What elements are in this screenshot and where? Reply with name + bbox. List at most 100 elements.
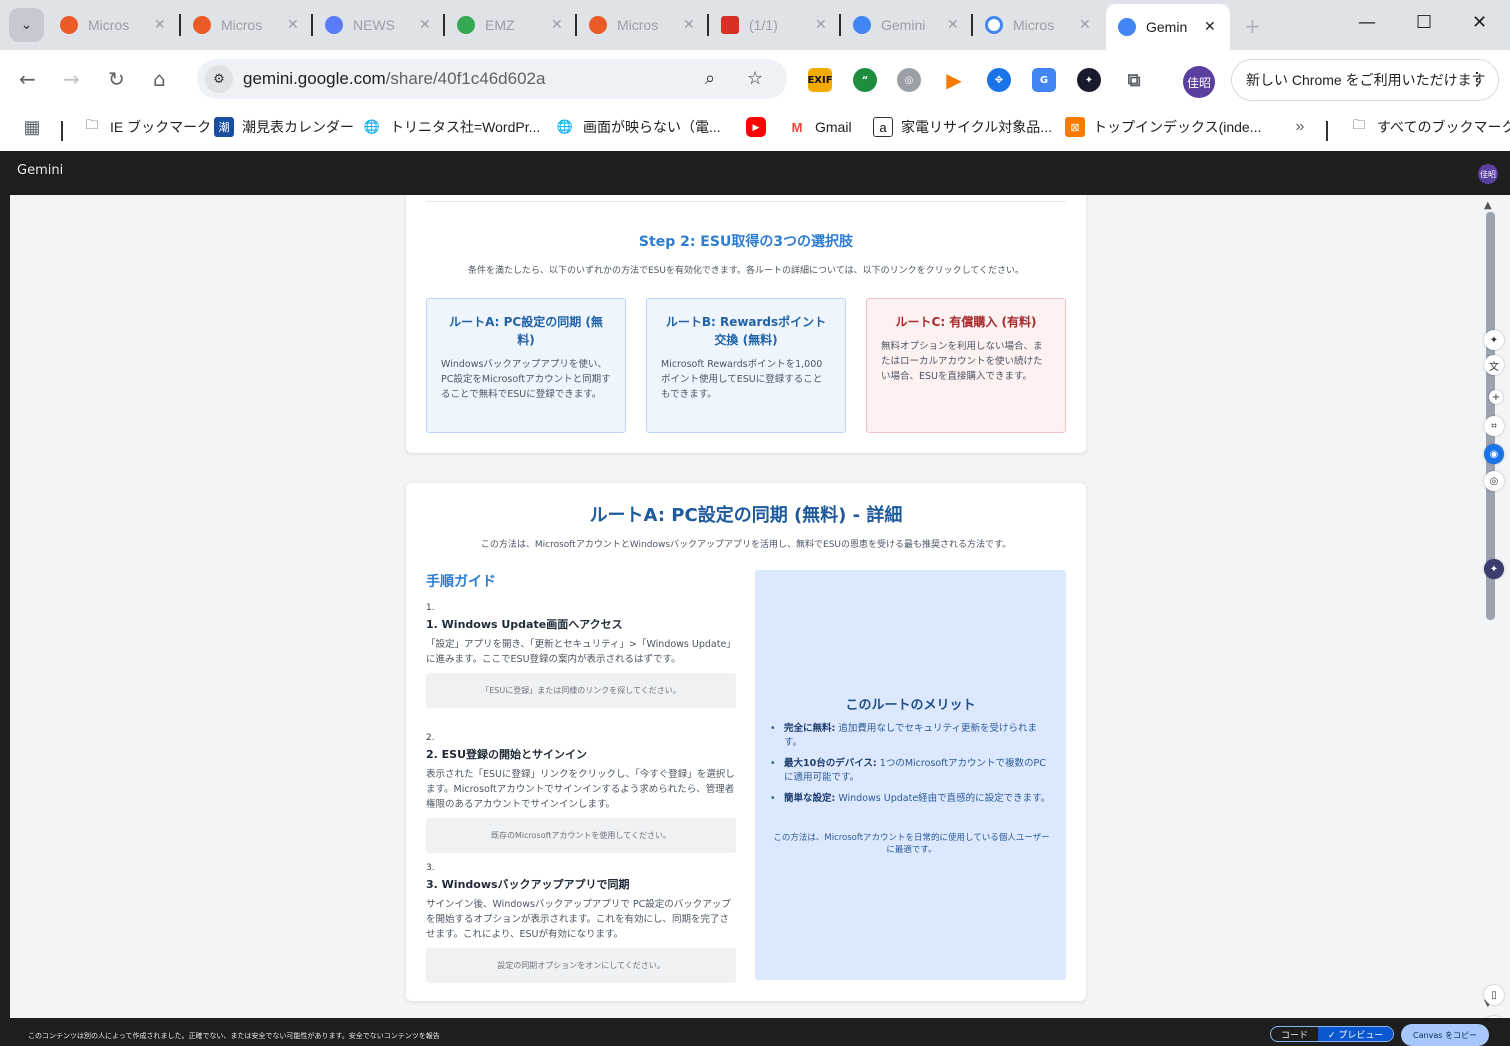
step-body: 表示された「ESUに登録」リンクをクリックし、「今すぐ登録」を選択します。Mic…: [426, 769, 735, 810]
merit-list: 完全に無料: 追加費用なしでセキュリティ更新を受けられます。 最大10台のデバイ…: [770, 722, 1053, 813]
bookmark-star-icon[interactable]: ☆: [747, 68, 763, 89]
guide-step: 2. 2. ESU登録の開始とサインイン 表示された「ESUに登録」リンクをクリ…: [426, 733, 736, 853]
sparkle-extension-icon[interactable]: ✦: [1077, 68, 1101, 92]
tab-strip: ⌄ Micros ✕ Micros ✕ NEWS ✕ EMZ ✕ Micros …: [0, 0, 1510, 50]
minimize-button[interactable]: —: [1358, 12, 1376, 33]
extensions-puzzle-icon[interactable]: ⧉: [1122, 68, 1146, 92]
bookmark-item[interactable]: 🌐 トリニタス社=WordPr...: [362, 117, 540, 137]
globe-icon: 🌐: [556, 119, 574, 134]
maximize-button[interactable]: ☐: [1416, 12, 1432, 33]
close-icon[interactable]: ✕: [683, 17, 695, 33]
bookmark-item[interactable]: 潮潮見表カレンダー: [214, 117, 354, 137]
close-icon[interactable]: ✕: [419, 17, 431, 33]
site-settings-icon[interactable]: ⚙: [205, 65, 233, 93]
browser-toolbar: ← → ↻ ⌂ ⚙ gemini.google.com/share/40f1c4…: [0, 50, 1510, 108]
bookmarks-bar: ▦ 🗀 IE ブックマーク 潮潮見表カレンダー 🌐 トリニタス社=WordPr...…: [0, 108, 1510, 151]
route-title: ルートA: PC設定の同期 (無料): [449, 315, 603, 347]
add-tool-icon[interactable]: +: [1489, 390, 1503, 404]
home-button[interactable]: ⌂: [153, 67, 166, 91]
index-icon: ⊠: [1065, 117, 1085, 137]
translate-tool-icon[interactable]: 文: [1484, 355, 1504, 375]
move-extension-icon[interactable]: ✥: [987, 68, 1011, 92]
close-icon[interactable]: ✕: [815, 17, 827, 33]
browser-tab[interactable]: (1/1) ✕: [709, 8, 839, 42]
new-tab-button[interactable]: +: [1244, 14, 1261, 38]
browser-tab[interactable]: Micros ✕: [48, 8, 178, 42]
forward-button[interactable]: →: [63, 67, 80, 91]
browser-tab[interactable]: Gemini ✕: [841, 8, 971, 42]
browser-tab[interactable]: EMZ ✕: [445, 8, 575, 42]
browser-tab[interactable]: Micros ✕: [973, 8, 1103, 42]
amazon-icon: a: [873, 117, 893, 137]
step2-title: Step 2: ESU取得の3つの選択肢: [638, 234, 854, 250]
kebab-menu-icon[interactable]: ⋮: [1468, 69, 1486, 90]
reload-button[interactable]: ↻: [108, 67, 125, 91]
back-button[interactable]: ←: [19, 67, 36, 91]
code-view-button[interactable]: コード: [1271, 1027, 1318, 1041]
tab-search-button[interactable]: ⌄: [9, 8, 44, 42]
bookmark-item[interactable]: 🌐 画面が映らない（電...: [555, 117, 721, 137]
bookmark-item[interactable]: 🗀 IE ブックマーク: [82, 117, 211, 137]
window-close-button[interactable]: ✕: [1472, 12, 1487, 33]
route-a-detail-title: ルートA: PC設定の同期 (無料) - 詳細: [589, 505, 903, 526]
step-note: 「ESUに登録」または同様のリンクを探してください。: [426, 673, 736, 708]
route-a-card[interactable]: ルートA: PC設定の同期 (無料) Windowsバックアップアプリを使い、P…: [426, 298, 626, 433]
gemini-sparkle-icon[interactable]: ✦: [1484, 559, 1504, 579]
chevron-double-right-icon: »: [1295, 118, 1305, 135]
route-b-card[interactable]: ルートB: Rewardsポイント交換 (無料) Microsoft Rewar…: [646, 298, 846, 433]
target-tool-icon[interactable]: ◎: [1484, 471, 1504, 491]
address-bar[interactable]: ⚙ gemini.google.com/share/40f1c46d602a ⌕…: [197, 59, 787, 99]
browser-tab-active[interactable]: Gemin ✕: [1106, 4, 1230, 50]
tab-favicon-icon: [721, 16, 739, 34]
sparkle-tool-icon[interactable]: ✦: [1484, 330, 1504, 350]
route-c-card[interactable]: ルートC: 有償購入 (有料) 無料オプションを利用しない場合、またはローカルア…: [866, 298, 1066, 433]
close-icon[interactable]: ✕: [1204, 19, 1216, 35]
tab-favicon-icon: [193, 16, 211, 34]
step-title: 3. Windowsバックアップアプリで同期: [426, 878, 630, 891]
close-icon[interactable]: ✕: [947, 17, 959, 33]
translate-extension-icon[interactable]: G: [1032, 68, 1056, 92]
step-title: 2. ESU登録の開始とサインイン: [426, 748, 588, 761]
step-body: サインイン後、Windowsバックアップアプリで PC設定のバックアップを開始す…: [426, 899, 731, 940]
guide-title: 手順ガイド: [426, 574, 496, 590]
close-icon[interactable]: ✕: [1079, 17, 1091, 33]
avatar[interactable]: 佳昭: [1478, 164, 1498, 184]
preview-view-button[interactable]: ✓ プレビュー: [1318, 1027, 1394, 1041]
apps-grid-button[interactable]: ▦: [22, 117, 50, 137]
browser-tab[interactable]: Micros ✕: [577, 8, 707, 42]
content-warning[interactable]: このコンテンツは別の人によって作成されました。正確でない、または安全でない可能性…: [28, 1031, 440, 1041]
zoom-icon[interactable]: ⌕: [705, 68, 715, 89]
assistant-tool-icon[interactable]: ◉: [1484, 444, 1504, 464]
bookmark-item[interactable]: ▶: [746, 117, 774, 137]
bookmark-item[interactable]: ⊠ トップインデックス(inde...: [1065, 117, 1261, 137]
url-text[interactable]: gemini.google.com/share/40f1c46d602a: [243, 69, 545, 89]
book-tool-icon[interactable]: ▯: [1484, 985, 1504, 1005]
bookmark-item[interactable]: a 家電リサイクル対象品...: [873, 117, 1052, 137]
globe-icon: 🌐: [363, 119, 381, 134]
guide-step: 1. 1. Windows Update画面へアクセス 「設定」アプリを開き、「…: [426, 603, 736, 708]
folder-icon: 🗀: [1352, 117, 1366, 132]
more-bookmarks-button[interactable]: »: [1290, 117, 1318, 137]
route-body: Windowsバックアップアプリを使い、PC設定をMicrosoftアカウントと…: [441, 359, 611, 400]
quote-extension-icon[interactable]: “: [853, 68, 877, 92]
divider: [426, 201, 1066, 202]
app-title: Gemini: [17, 163, 64, 178]
scroll-up-icon[interactable]: ▲: [1484, 200, 1492, 211]
close-icon[interactable]: ✕: [551, 17, 563, 33]
copy-canvas-button[interactable]: Canvas をコピー: [1401, 1024, 1489, 1046]
play-extension-icon[interactable]: ▶: [942, 68, 966, 92]
rss-extension-icon[interactable]: ◎: [897, 68, 921, 92]
chrome-update-button[interactable]: 新しい Chrome をご利用いただけます ⋮: [1231, 59, 1499, 101]
chevron-down-icon: ⌄: [20, 17, 33, 33]
profile-avatar[interactable]: 佳昭: [1183, 66, 1215, 98]
merit-item: 最大10台のデバイス: 1つのMicrosoftアカウントで複数のPCに適用可能…: [770, 757, 1053, 785]
browser-tab[interactable]: Micros ✕: [181, 8, 311, 42]
browser-tab[interactable]: NEWS ✕: [313, 8, 443, 42]
exif-extension-icon[interactable]: EXIF: [807, 68, 833, 92]
bottom-bar: このコンテンツは別の人によって作成されました。正確でない、または安全でない可能性…: [0, 1018, 1510, 1046]
capture-tool-icon[interactable]: ⌗: [1484, 416, 1504, 436]
bookmark-item[interactable]: M Gmail: [787, 117, 852, 137]
close-icon[interactable]: ✕: [287, 17, 299, 33]
close-icon[interactable]: ✕: [154, 17, 166, 33]
all-bookmarks-button[interactable]: 🗀 すべてのブックマーク: [1349, 117, 1510, 137]
